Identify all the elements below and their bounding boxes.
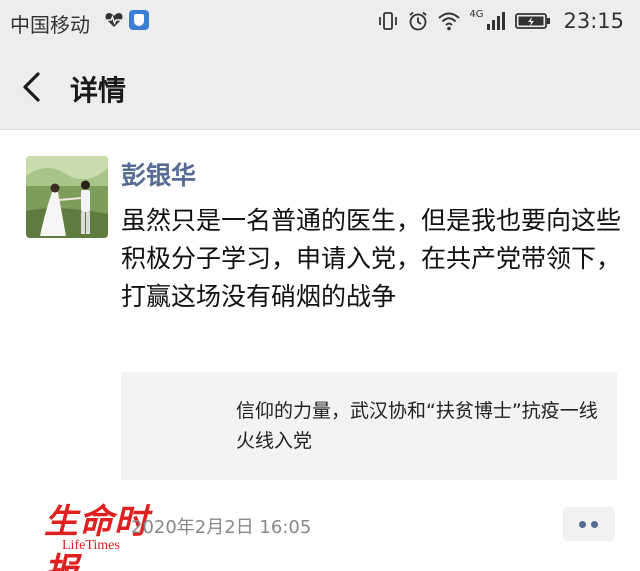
system-icons: 4G 23:15 <box>377 8 624 34</box>
alarm-icon <box>409 11 427 31</box>
more-dots-icon[interactable] <box>563 507 615 541</box>
avatar[interactable] <box>26 156 108 238</box>
battery-icon <box>515 13 551 29</box>
moments-detail-screen: 中国移动 4G 23:15 详情 彭银华 虽然只是一名普通的医生，但是我也要向这… <box>0 0 640 571</box>
carrier-label: 中国移动 <box>10 13 90 37</box>
clock-time: 23:15 <box>563 9 624 33</box>
status-bar: 中国移动 4G 23:15 <box>0 0 640 44</box>
network-type-label: 4G <box>469 8 484 20</box>
shared-link-card[interactable]: 信仰的力量，武汉协和“扶贫博士”抗疫一线火线入党 <box>121 372 617 480</box>
post-timestamp: 2020年2月2日 16:05 <box>131 517 312 538</box>
vibrate-icon <box>379 12 398 30</box>
chevron-left-icon[interactable] <box>18 71 46 103</box>
app-badge-icon <box>129 10 149 30</box>
page-title: 详情 <box>70 74 127 107</box>
signal-icon <box>487 12 506 30</box>
watermark-english: LifeTimes <box>62 538 120 553</box>
wifi-icon <box>438 12 461 31</box>
heart-icon <box>105 13 123 27</box>
author-name[interactable]: 彭银华 <box>121 156 196 192</box>
navigation-bar: 详情 <box>0 44 640 130</box>
link-title: 信仰的力量，武汉协和“扶贫博士”抗疫一线火线入党 <box>236 400 598 452</box>
post-text: 虽然只是一名普通的医生，但是我也要向这些积极分子学习，申请入党，在共产党带领下，… <box>121 206 622 311</box>
